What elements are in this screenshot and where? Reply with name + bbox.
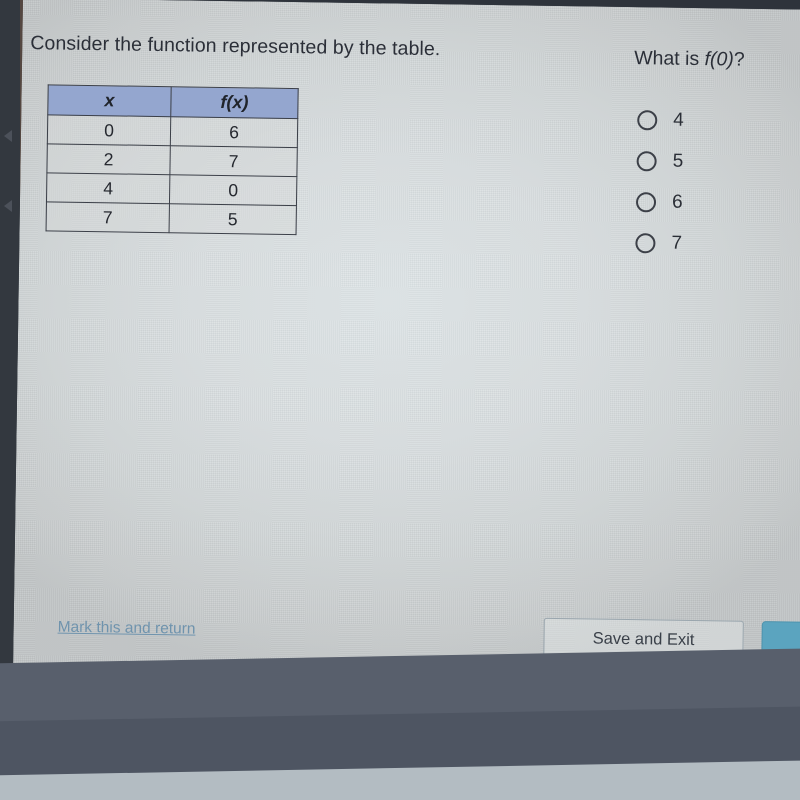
table-header-fx: f(x)	[170, 86, 299, 119]
answer-choice-list: 4 5 6 7	[631, 99, 800, 266]
table-cell-x: 2	[46, 143, 171, 175]
radio-button-icon[interactable]	[635, 191, 657, 212]
radio-button-icon[interactable]	[637, 109, 658, 130]
table-header-row: x f(x)	[47, 84, 299, 119]
mark-this-and-return-link[interactable]: Mark this and return	[58, 619, 196, 639]
radio-button-icon[interactable]	[636, 150, 657, 171]
question-heading: Consider the function represented by the…	[30, 32, 441, 61]
table-row: 0 6	[47, 114, 298, 148]
browser-page-surface: Consider the function represented by the…	[12, 0, 800, 686]
photo-of-laptop-screen: Consider the function represented by the…	[0, 0, 800, 800]
table-cell-x: 4	[46, 172, 170, 204]
question-prompt-function: f(0)	[704, 48, 735, 71]
table-cell-fx: 6	[170, 116, 298, 148]
question-prompt-suffix: ?	[733, 48, 745, 71]
quiz-content: Consider the function represented by the…	[13, 0, 800, 686]
answer-choice-label: 6	[671, 191, 683, 213]
answer-choice-option[interactable]: 4	[633, 99, 800, 143]
answer-choice-option[interactable]: 6	[632, 181, 800, 225]
answer-choice-label: 5	[672, 150, 684, 172]
answer-choice-option[interactable]: 5	[632, 140, 800, 184]
bezel-marker-arrow-icon	[4, 130, 12, 142]
table-row: 2 7	[46, 143, 298, 177]
answer-choice-label: 4	[673, 109, 684, 131]
table-cell-fx: 5	[169, 203, 297, 235]
answer-choice-label: 7	[671, 232, 683, 254]
table-cell-x: 0	[47, 114, 171, 146]
question-prompt-prefix: What is	[634, 47, 705, 71]
table-cell-fx: 7	[169, 145, 298, 177]
table-cell-fx: 0	[169, 174, 297, 206]
function-value-table: x f(x) 0 6 2 7 4 0 7 5	[46, 84, 299, 235]
radio-button-icon[interactable]	[635, 232, 656, 253]
table-header-x: x	[47, 84, 172, 117]
question-prompt: What is f(0)?	[634, 47, 745, 72]
answer-choice-option[interactable]: 7	[631, 222, 800, 266]
table-row: 4 0	[46, 172, 297, 206]
bezel-marker-arrow-icon	[4, 200, 12, 212]
table-cell-x: 7	[46, 201, 170, 233]
table-row: 7 5	[46, 201, 297, 235]
